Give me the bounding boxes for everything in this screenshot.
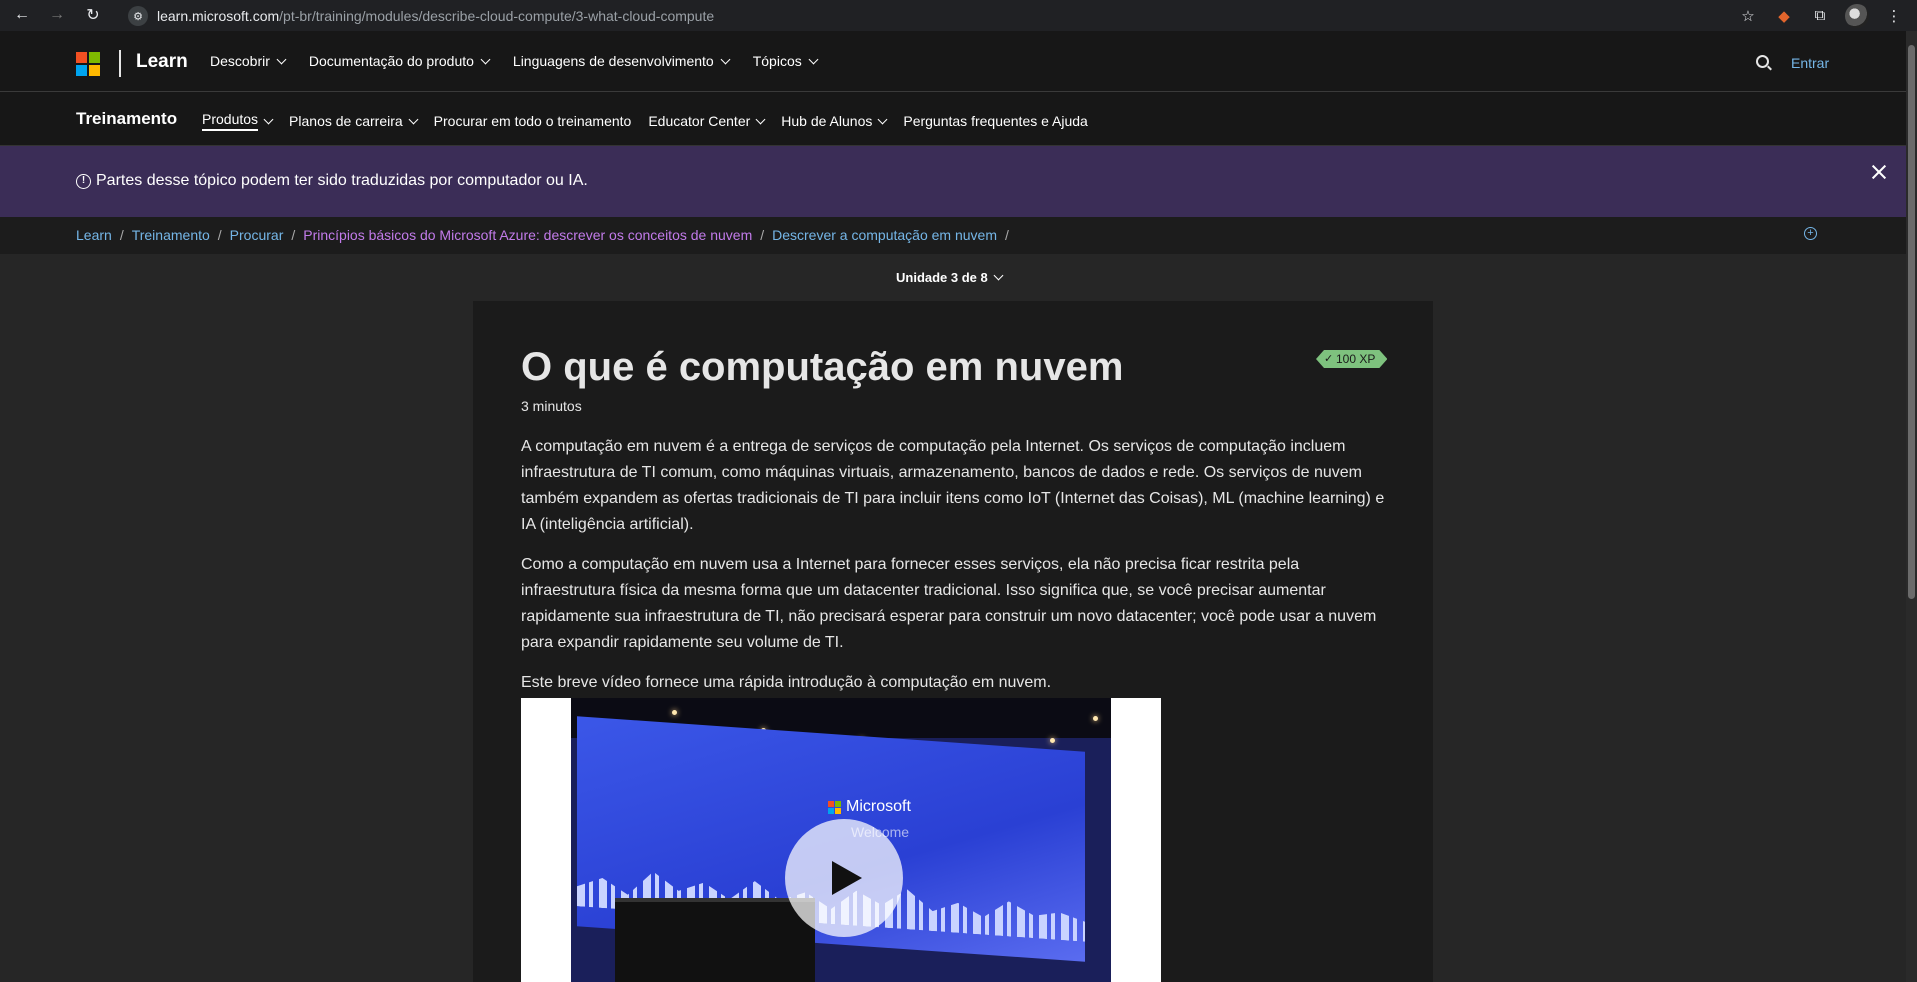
chevron-down-icon bbox=[408, 114, 419, 124]
chevron-down-icon bbox=[755, 114, 766, 124]
logo-divider bbox=[119, 50, 121, 77]
breadcrumb-treinamento[interactable]: Treinamento bbox=[132, 227, 210, 243]
nav-planos-carreira[interactable]: Planos de carreira bbox=[289, 111, 419, 131]
profile-avatar[interactable] bbox=[1845, 3, 1869, 28]
unit-selector[interactable]: Unidade 3 de 8 bbox=[896, 270, 1004, 285]
stage-light bbox=[1093, 716, 1098, 721]
bookmark-star-icon[interactable]: ☆ bbox=[1737, 7, 1759, 25]
chevron-down-icon bbox=[276, 54, 287, 64]
duration-label: 3 minutos bbox=[521, 398, 582, 414]
paragraph-3: Este breve vídeo fornece uma rápida intr… bbox=[521, 674, 1052, 691]
breadcrumb: Learn / Treinamento / Procurar / Princípios… bbox=[0, 217, 1906, 254]
training-brand[interactable]: Treinamento bbox=[76, 109, 177, 129]
chevron-down-icon bbox=[993, 270, 1004, 281]
page-title: O que é computação em nuvem bbox=[521, 345, 1124, 389]
extension-fox-icon[interactable]: ◆ bbox=[1773, 7, 1795, 25]
microsoft-logo-icon bbox=[828, 800, 841, 814]
nav-procurar-treinamento[interactable]: Procurar em todo o treinamento bbox=[434, 111, 632, 131]
nav-produtos[interactable]: Produtos bbox=[202, 111, 274, 131]
nav-perguntas-ajuda[interactable]: Perguntas frequentes e Ajuda bbox=[903, 111, 1087, 131]
chevron-down-icon bbox=[808, 54, 819, 64]
learn-header: Learn Descobrir Documentação do produto … bbox=[0, 31, 1906, 92]
top-nav: Descobrir Documentação do produto Lingua… bbox=[210, 53, 819, 69]
chevron-down-icon bbox=[263, 114, 274, 124]
address-bar[interactable]: learn.microsoft.com/pt-br/training/modul… bbox=[157, 0, 714, 31]
nav-documentacao[interactable]: Documentação do produto bbox=[309, 53, 491, 69]
browser-menu-icon[interactable]: ⋮ bbox=[1883, 7, 1905, 25]
play-icon[interactable] bbox=[785, 819, 903, 937]
search-icon[interactable] bbox=[1756, 55, 1769, 68]
nav-educator-center[interactable]: Educator Center bbox=[648, 111, 766, 131]
stage-podium bbox=[615, 898, 815, 982]
breadcrumb-learn[interactable]: Learn bbox=[76, 227, 112, 243]
back-icon[interactable]: ← bbox=[10, 3, 34, 27]
stage-light bbox=[672, 710, 677, 715]
banner-text: Partes desse tópico podem ter sido tradu… bbox=[96, 172, 588, 189]
learn-brand[interactable]: Learn bbox=[136, 51, 188, 73]
training-header: Treinamento Produtos Planos de carreira … bbox=[0, 92, 1906, 146]
url-path: /pt-br/training/modules/describe-cloud-c… bbox=[279, 7, 715, 24]
video-microsoft-logo: Microsoft bbox=[828, 798, 911, 816]
close-icon[interactable] bbox=[1871, 164, 1887, 180]
chevron-down-icon bbox=[877, 114, 888, 124]
article-content: O que é computação em nuvem 100 XP 3 min… bbox=[473, 301, 1433, 982]
browser-toolbar: ← → ↻ ⚙ learn.microsoft.com/pt-br/traini… bbox=[0, 0, 1917, 31]
translation-banner: ! Partes desse tópico podem ter sido tra… bbox=[0, 146, 1906, 217]
page-scrollbar[interactable] bbox=[1906, 31, 1917, 982]
add-collection-icon[interactable]: + bbox=[1804, 227, 1817, 240]
signin-link[interactable]: Entrar bbox=[1791, 55, 1829, 71]
microsoft-logo-icon[interactable] bbox=[76, 52, 100, 76]
chevron-down-icon bbox=[720, 54, 731, 64]
site-info-icon[interactable]: ⚙ bbox=[128, 6, 148, 26]
breadcrumb-procurar[interactable]: Procurar bbox=[230, 227, 284, 243]
url-host: learn.microsoft.com bbox=[157, 7, 280, 24]
breadcrumb-learning-path[interactable]: Princípios básicos do Microsoft Azure: d… bbox=[303, 227, 752, 243]
breadcrumb-module[interactable]: Descrever a computação em nuvem bbox=[772, 227, 997, 243]
extensions-puzzle-icon[interactable]: ⧉ bbox=[1809, 7, 1831, 24]
xp-badge: 100 XP bbox=[1316, 350, 1387, 368]
nav-hub-alunos[interactable]: Hub de Alunos bbox=[781, 111, 888, 131]
video-player[interactable]: Microsoft Welcome bbox=[521, 698, 1161, 982]
nav-topicos[interactable]: Tópicos bbox=[753, 53, 819, 69]
training-nav: Produtos Planos de carreira Procurar em … bbox=[202, 111, 1088, 131]
paragraph-1: A computação em nuvem é a entrega de ser… bbox=[521, 438, 1385, 533]
nav-linguagens[interactable]: Linguagens de desenvolvimento bbox=[513, 53, 731, 69]
scrollbar-thumb[interactable] bbox=[1908, 45, 1915, 599]
chevron-down-icon bbox=[480, 54, 491, 64]
info-icon: ! bbox=[76, 174, 91, 189]
paragraph-2: Como a computação em nuvem usa a Interne… bbox=[521, 556, 1377, 651]
nav-descobrir[interactable]: Descobrir bbox=[210, 53, 287, 69]
video-thumbnail: Microsoft Welcome bbox=[571, 698, 1111, 982]
reload-icon[interactable]: ↻ bbox=[81, 3, 105, 27]
forward-icon[interactable]: → bbox=[45, 3, 69, 27]
stage-light bbox=[1050, 738, 1055, 743]
